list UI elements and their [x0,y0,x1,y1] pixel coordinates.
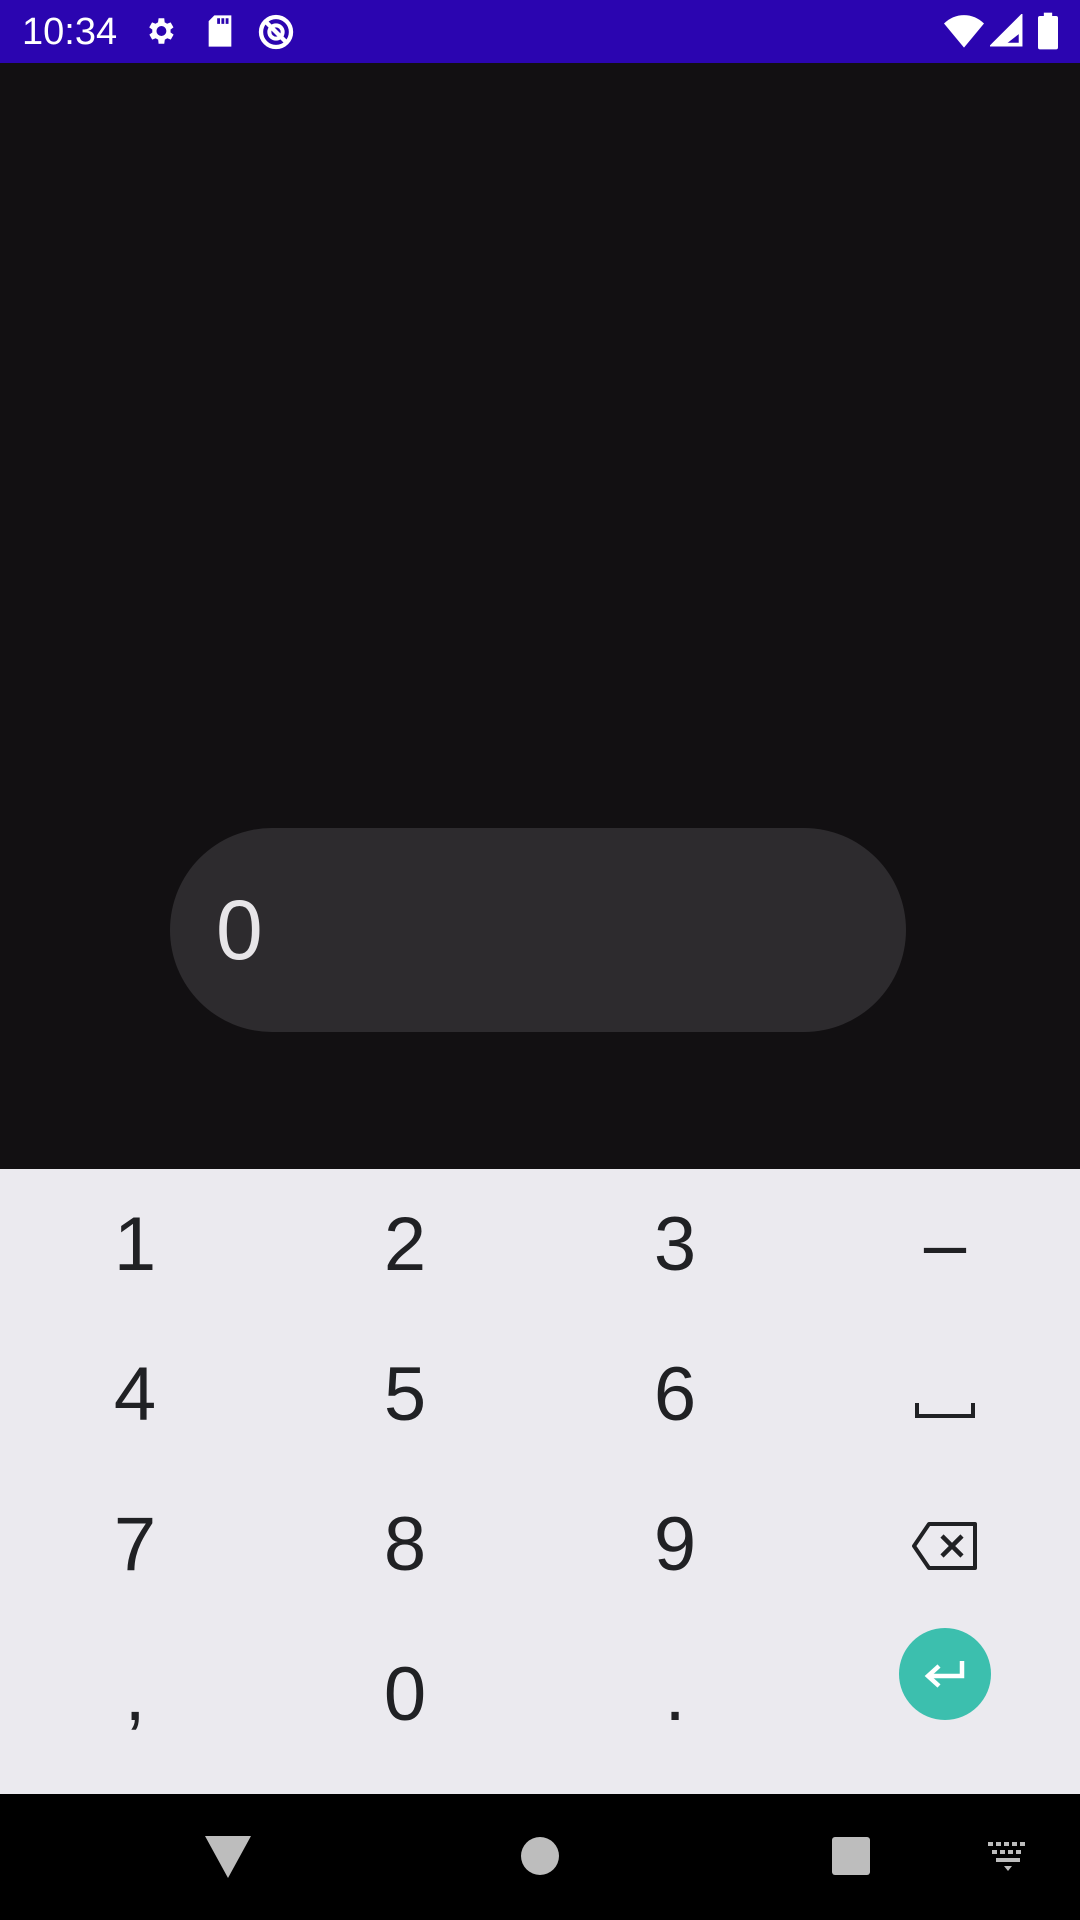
key-comma[interactable]: , [0,1620,270,1770]
status-time: 10:34 [22,11,118,53]
status-bar: 10:34 [0,0,1080,63]
enter-icon [899,1628,991,1720]
cell-signal-icon [988,12,1024,53]
numeric-keyboard: 1 2 3 – 4 5 6 7 8 9 , 0 . [0,1169,1080,1794]
key-0[interactable]: 0 [270,1620,540,1770]
key-period[interactable]: . [540,1620,810,1770]
enter-key[interactable] [810,1620,1080,1770]
number-input[interactable]: 0 [170,828,906,1032]
key-7[interactable]: 7 [0,1470,270,1620]
key-6[interactable]: 6 [540,1320,810,1470]
data-saver-icon [256,12,296,57]
wifi-icon [944,14,984,53]
backspace-icon [911,1502,979,1589]
key-2[interactable]: 2 [270,1170,540,1320]
sd-card-icon [205,14,235,53]
space-icon [914,1352,976,1439]
keyboard-switch-icon[interactable] [988,1842,1028,1877]
key-4[interactable]: 4 [0,1320,270,1470]
key-5[interactable]: 5 [270,1320,540,1470]
key-3[interactable]: 3 [540,1170,810,1320]
battery-icon [1038,12,1058,55]
navigation-bar [0,1794,1080,1920]
key-1[interactable]: 1 [0,1170,270,1320]
app-content: 0 [0,63,1080,1169]
back-icon[interactable] [205,1836,251,1883]
key-9[interactable]: 9 [540,1470,810,1620]
number-input-value: 0 [216,883,263,977]
key-8[interactable]: 8 [270,1470,540,1620]
key-minus[interactable]: – [810,1170,1080,1320]
backspace-key[interactable] [810,1470,1080,1620]
home-icon[interactable] [520,1836,560,1881]
space-key[interactable] [810,1320,1080,1470]
settings-icon [143,14,177,53]
recents-icon[interactable] [831,1836,871,1881]
